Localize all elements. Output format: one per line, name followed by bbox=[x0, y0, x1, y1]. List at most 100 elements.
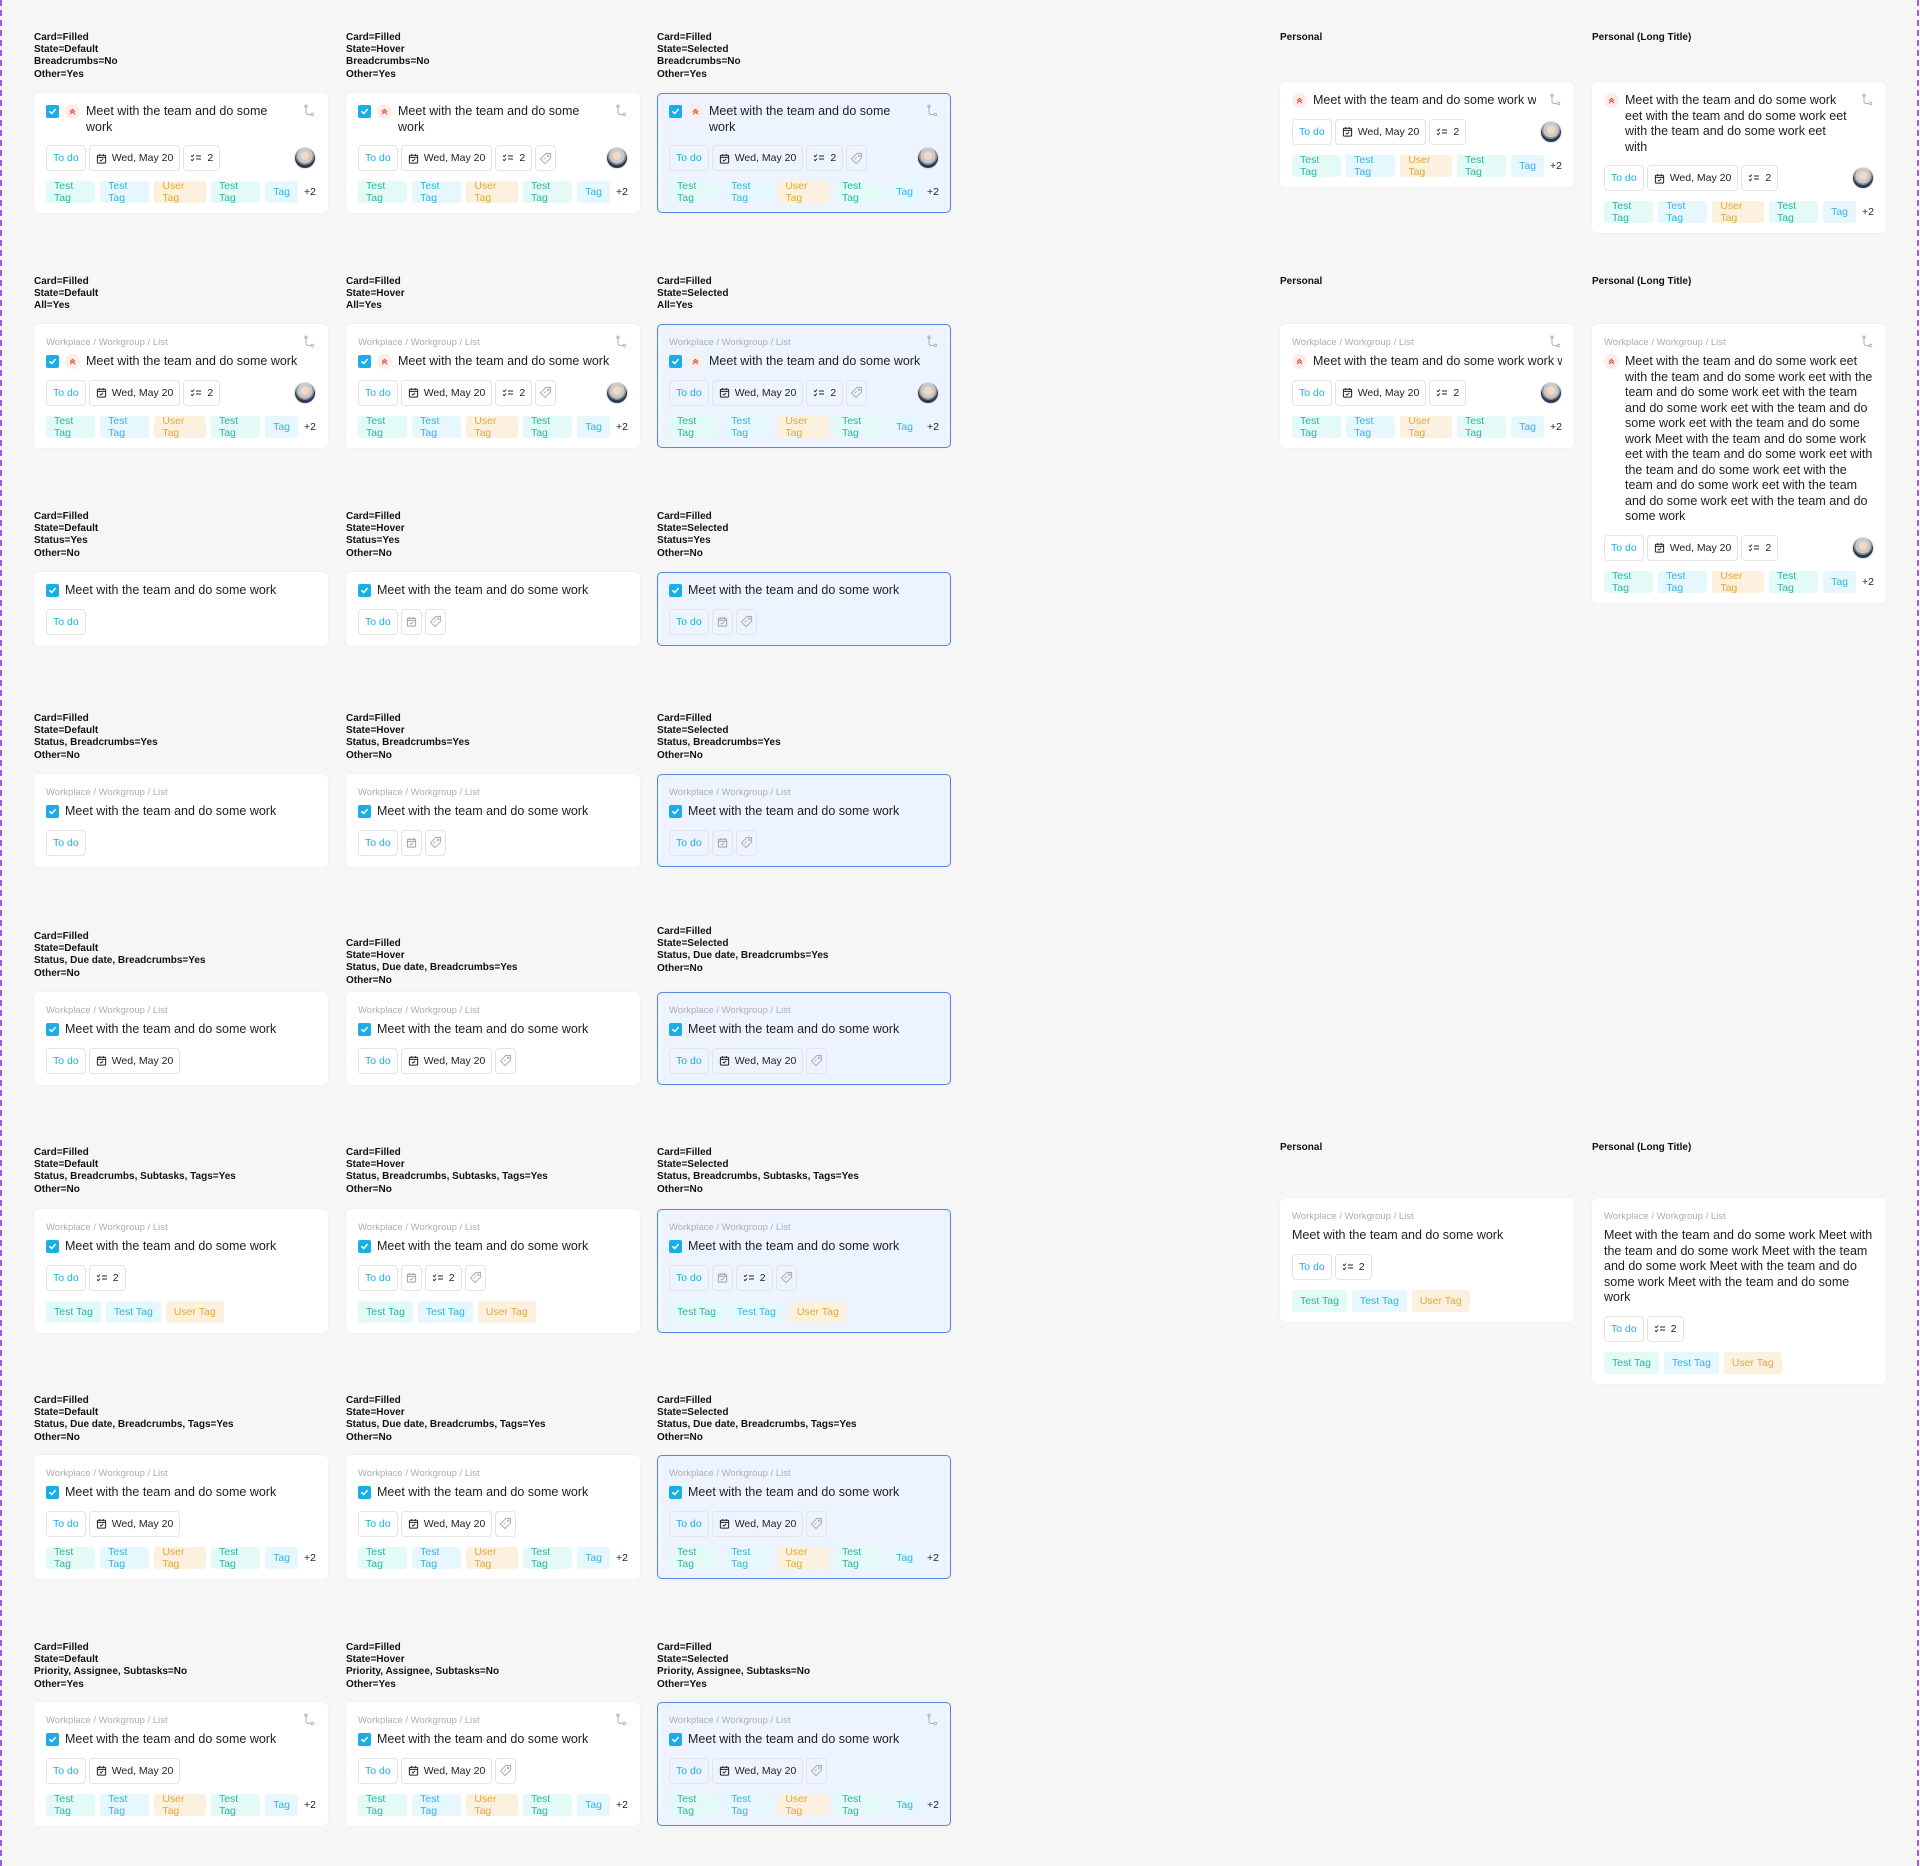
subtasks-chip[interactable]: 2 bbox=[495, 145, 533, 171]
tag-chip[interactable]: User Tag bbox=[788, 1300, 847, 1323]
due-date-chip[interactable]: Wed, May 20 bbox=[711, 379, 804, 406]
status-chip[interactable]: To do bbox=[46, 1757, 86, 1784]
subtasks-chip[interactable]: 2 bbox=[183, 145, 221, 171]
breadcrumb[interactable]: Workplace / Workgroup / List bbox=[669, 337, 791, 348]
more-tags-count[interactable]: +2 bbox=[927, 1552, 939, 1564]
more-tags-count[interactable]: +2 bbox=[1862, 576, 1874, 588]
tag-chip[interactable]: Test Tag bbox=[723, 415, 773, 439]
assignee-avatar[interactable] bbox=[917, 381, 939, 404]
tag-chip[interactable]: Test Tag bbox=[358, 1793, 408, 1817]
tag-chip[interactable]: Test Tag bbox=[46, 1793, 96, 1817]
task-card[interactable]: Meet with the team and do some work To do bbox=[657, 572, 951, 646]
tag-chip[interactable]: Test Tag bbox=[522, 1793, 573, 1817]
status-chip[interactable]: To do bbox=[46, 1510, 86, 1537]
task-card[interactable]: Meet with the team and do some work To do bbox=[34, 572, 328, 646]
status-chip[interactable]: To do bbox=[358, 145, 398, 171]
breadcrumb[interactable]: Workplace / Workgroup / List bbox=[358, 1222, 480, 1233]
more-tags-count[interactable]: +2 bbox=[1550, 160, 1562, 172]
add-tag-button[interactable] bbox=[495, 1047, 517, 1074]
task-card[interactable]: Workplace / Workgroup / List Meet with th… bbox=[34, 1455, 328, 1579]
assignee-avatar[interactable] bbox=[1540, 381, 1562, 404]
tag-chip[interactable]: User Tag bbox=[466, 1793, 518, 1817]
add-tag-button[interactable] bbox=[806, 1047, 828, 1074]
status-chip[interactable]: To do bbox=[46, 608, 86, 635]
due-date-button[interactable] bbox=[711, 829, 733, 856]
checkbox-checked[interactable] bbox=[46, 355, 59, 368]
due-date-chip[interactable]: Wed, May 20 bbox=[400, 145, 493, 171]
checkbox-checked[interactable] bbox=[669, 105, 682, 118]
task-title[interactable]: Meet with the team and do some work wor bbox=[1313, 93, 1536, 109]
breadcrumb[interactable]: Workplace / Workgroup / List bbox=[46, 1005, 168, 1016]
task-title[interactable]: Meet with the team and do some work bbox=[65, 804, 316, 820]
assignee-avatar[interactable] bbox=[917, 147, 939, 169]
tag-chip[interactable]: Test Tag bbox=[833, 1546, 884, 1570]
task-title[interactable]: Meet with the team and do some work bbox=[377, 804, 628, 820]
status-chip[interactable]: To do bbox=[46, 829, 86, 856]
subtask-branch-icon[interactable] bbox=[614, 1713, 628, 1727]
status-chip[interactable]: To do bbox=[1292, 118, 1332, 145]
breadcrumb[interactable]: Workplace / Workgroup / List bbox=[358, 1715, 480, 1726]
tag-chip[interactable]: Test Tag bbox=[1456, 415, 1507, 439]
tag-chip[interactable]: Test Tag bbox=[522, 415, 573, 439]
tag-chip[interactable]: Test Tag bbox=[358, 1546, 408, 1570]
tag-chip[interactable]: Test Tag bbox=[669, 1793, 719, 1817]
due-date-chip[interactable]: Wed, May 20 bbox=[400, 1510, 493, 1537]
subtask-branch-icon[interactable] bbox=[614, 335, 628, 349]
checkbox-checked[interactable] bbox=[46, 1486, 59, 1499]
tag-chip[interactable]: Test Tag bbox=[1456, 154, 1507, 178]
breadcrumb[interactable]: Workplace / Workgroup / List bbox=[358, 1005, 480, 1016]
due-date-chip[interactable]: Wed, May 20 bbox=[1646, 534, 1739, 561]
tag-chip[interactable]: Tag bbox=[888, 415, 922, 438]
tag-chip[interactable]: Tag bbox=[1511, 154, 1545, 177]
task-card[interactable]: Workplace / Workgroup / List Meet with th… bbox=[346, 324, 640, 448]
assignee-avatar[interactable] bbox=[1852, 536, 1874, 559]
task-card[interactable]: Workplace / Workgroup / List Meet with th… bbox=[346, 1455, 640, 1579]
tag-chip[interactable]: Test Tag bbox=[833, 180, 884, 204]
tag-chip[interactable]: Test Tag bbox=[723, 180, 773, 204]
status-chip[interactable]: To do bbox=[358, 1757, 398, 1784]
task-card[interactable]: Workplace / Workgroup / List Meet with th… bbox=[1280, 324, 1574, 448]
task-card[interactable]: Workplace / Workgroup / List Meet with th… bbox=[346, 1702, 640, 1826]
breadcrumb[interactable]: Workplace / Workgroup / List bbox=[46, 337, 168, 348]
breadcrumb[interactable]: Workplace / Workgroup / List bbox=[1292, 1211, 1414, 1222]
add-tag-button[interactable] bbox=[535, 379, 557, 406]
task-title[interactable]: Meet with the team and do some work bbox=[377, 1485, 628, 1501]
task-title[interactable]: Meet with the team and do some work bbox=[709, 104, 913, 135]
status-chip[interactable]: To do bbox=[358, 608, 398, 635]
breadcrumb[interactable]: Workplace / Workgroup / List bbox=[46, 1715, 168, 1726]
tag-chip[interactable]: Tag bbox=[1823, 570, 1857, 593]
add-tag-button[interactable] bbox=[495, 1757, 517, 1784]
task-card[interactable]: Workplace / Workgroup / List Meet with th… bbox=[657, 324, 951, 448]
tag-chip[interactable]: Tag bbox=[577, 415, 611, 438]
due-date-button[interactable] bbox=[400, 829, 422, 856]
due-date-chip[interactable]: Wed, May 20 bbox=[711, 1757, 804, 1784]
subtask-branch-icon[interactable] bbox=[302, 335, 316, 349]
tag-chip[interactable]: Test Tag bbox=[358, 1300, 413, 1323]
due-date-chip[interactable]: Wed, May 20 bbox=[400, 379, 493, 406]
more-tags-count[interactable]: +2 bbox=[1550, 421, 1562, 433]
more-tags-count[interactable]: +2 bbox=[927, 1799, 939, 1811]
breadcrumb[interactable]: Workplace / Workgroup / List bbox=[669, 1222, 791, 1233]
priority-high-icon[interactable] bbox=[1604, 93, 1619, 108]
task-title[interactable]: Meet with the team and do some work bbox=[377, 1022, 628, 1038]
checkbox-checked[interactable] bbox=[669, 1240, 682, 1253]
tag-chip[interactable]: User Tag bbox=[1723, 1351, 1782, 1374]
tag-chip[interactable]: Test Tag bbox=[412, 180, 462, 204]
subtasks-chip[interactable]: 2 bbox=[424, 1264, 462, 1291]
task-title[interactable]: Meet with the team and do some work bbox=[398, 104, 602, 135]
status-chip[interactable]: To do bbox=[669, 1264, 709, 1291]
subtask-branch-icon[interactable] bbox=[614, 104, 628, 118]
add-tag-button[interactable] bbox=[806, 1510, 828, 1537]
priority-high-icon[interactable] bbox=[1292, 93, 1307, 108]
status-chip[interactable]: To do bbox=[669, 379, 709, 406]
checkbox-checked[interactable] bbox=[669, 355, 682, 368]
tag-chip[interactable]: Test Tag bbox=[358, 180, 408, 204]
task-card[interactable]: Workplace / Workgroup / List Meet with th… bbox=[34, 324, 328, 448]
tag-chip[interactable]: Test Tag bbox=[1346, 415, 1396, 439]
task-card[interactable]: Workplace / Workgroup / List Meet with th… bbox=[657, 1455, 951, 1579]
tag-chip[interactable]: Tag bbox=[265, 1793, 299, 1816]
tag-chip[interactable]: User Tag bbox=[777, 1793, 829, 1817]
status-chip[interactable]: To do bbox=[358, 1510, 398, 1537]
status-chip[interactable]: To do bbox=[669, 829, 709, 856]
task-title[interactable]: Meet with the team and do some work bbox=[1292, 1228, 1562, 1244]
